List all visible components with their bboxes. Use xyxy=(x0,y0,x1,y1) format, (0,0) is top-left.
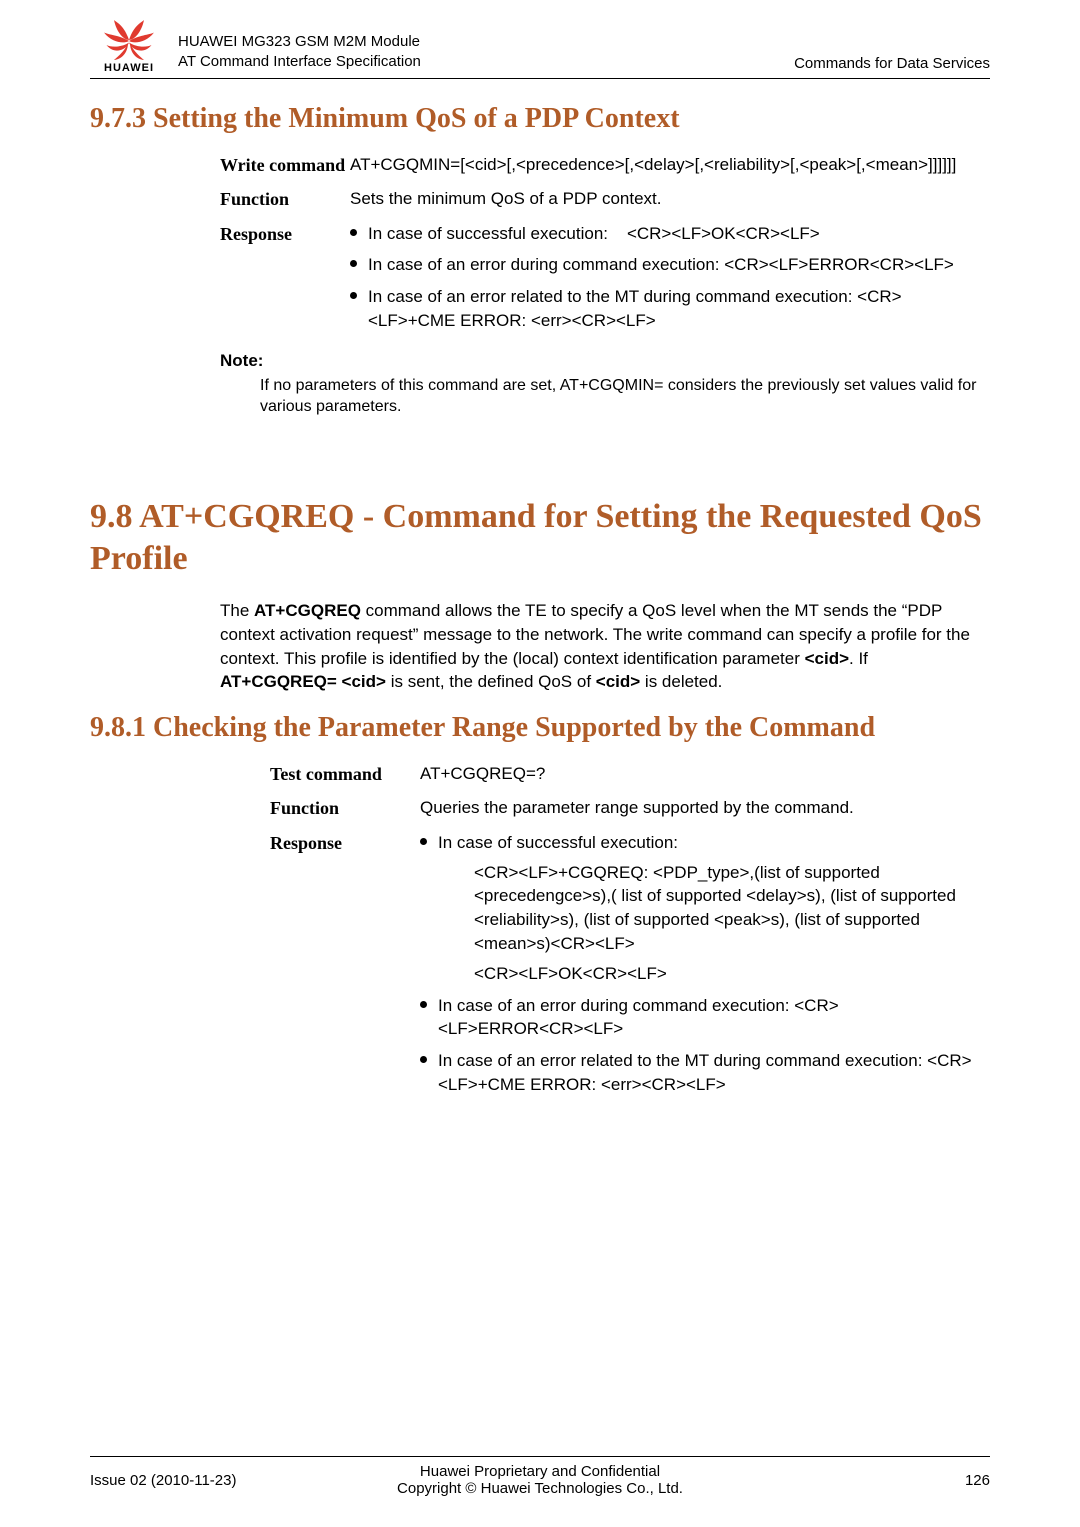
response-981-item1: In case of successful execution: <CR><LF… xyxy=(420,831,980,986)
p98-t4: is sent, the defined QoS of xyxy=(386,672,596,691)
label-function-981: Function xyxy=(270,796,420,820)
p98-b1: AT+CGQREQ xyxy=(254,601,361,620)
huawei-petal-icon xyxy=(103,20,155,60)
header-right: Commands for Data Services xyxy=(794,55,990,74)
label-test-command: Test command xyxy=(270,762,420,786)
note-title: Note: xyxy=(220,351,990,371)
response-981-item1-sub1: <CR><LF>+CGQREQ: <PDP_type>,(list of sup… xyxy=(474,861,980,956)
note-973: Note: If no parameters of this command a… xyxy=(220,351,990,418)
heading-98: 9.8 AT+CGQREQ - Command for Setting the … xyxy=(90,496,990,581)
body-test-command: AT+CGQREQ=? xyxy=(420,762,980,786)
huawei-wordmark: HUAWEI xyxy=(104,62,154,74)
footer-left: Issue 02 (2010-11-23) xyxy=(90,1472,315,1489)
footer-center-line2: Copyright © Huawei Technologies Co., Ltd… xyxy=(397,1480,683,1497)
footer-right: 126 xyxy=(765,1472,990,1489)
response-973-item2: In case of an error during command execu… xyxy=(350,253,980,277)
heading-981: 9.8.1 Checking the Parameter Range Suppo… xyxy=(90,712,990,744)
response-973-item3: In case of an error related to the MT du… xyxy=(350,285,980,333)
footer-center-line1: Huawei Proprietary and Confidential xyxy=(420,1463,660,1480)
response-981-item2: In case of an error during command execu… xyxy=(420,994,980,1042)
p98-t3: . If xyxy=(849,649,868,668)
p98-t5: is deleted. xyxy=(640,672,722,691)
response-973-item1: In case of successful execution: <CR><LF… xyxy=(350,222,980,246)
label-function-973: Function xyxy=(220,187,350,211)
label-response-981: Response xyxy=(270,831,420,1105)
p98-t1: The xyxy=(220,601,254,620)
body-function-981: Queries the parameter range supported by… xyxy=(420,796,980,820)
huawei-logo: HUAWEI xyxy=(90,20,168,74)
footer-center: Huawei Proprietary and Confidential Copy… xyxy=(315,1463,765,1497)
header-line2: AT Command Interface Specification xyxy=(178,52,794,72)
heading-973: 9.7.3 Setting the Minimum QoS of a PDP C… xyxy=(90,103,990,135)
p98-b4: <cid> xyxy=(596,672,640,691)
response-981-item1-text: In case of successful execution: xyxy=(438,833,678,852)
response-973-item1-text: In case of successful execution: xyxy=(368,224,608,243)
label-response-973: Response xyxy=(220,222,350,341)
header-titles: HUAWEI MG323 GSM M2M Module AT Command I… xyxy=(168,32,794,75)
note-body: If no parameters of this command are set… xyxy=(260,375,990,418)
label-write-command: Write command xyxy=(220,153,350,177)
body-write-command: AT+CGQMIN=[<cid>[,<precedence>[,<delay>[… xyxy=(350,153,980,177)
response-973-item1-code: <CR><LF>OK<CR><LF> xyxy=(627,224,820,243)
response-981-item3: In case of an error related to the MT du… xyxy=(420,1049,980,1097)
para-98: The AT+CGQREQ command allows the TE to s… xyxy=(220,599,980,694)
body-function-973: Sets the minimum QoS of a PDP context. xyxy=(350,187,980,211)
response-981-item1-sub2: <CR><LF>OK<CR><LF> xyxy=(474,962,980,986)
page-footer: Issue 02 (2010-11-23) Huawei Proprietary… xyxy=(90,1456,990,1497)
p98-b3: AT+CGQREQ= <cid> xyxy=(220,672,386,691)
header-line1: HUAWEI MG323 GSM M2M Module xyxy=(178,32,794,52)
page-header: HUAWEI HUAWEI MG323 GSM M2M Module AT Co… xyxy=(90,20,990,79)
p98-b2: <cid> xyxy=(805,649,849,668)
